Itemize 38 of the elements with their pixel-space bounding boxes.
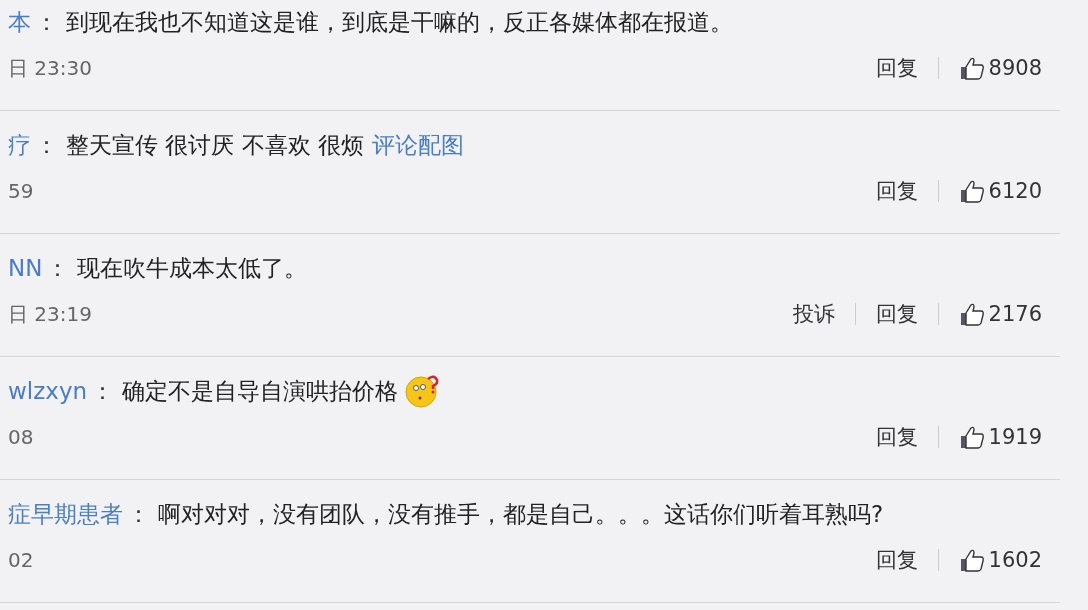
comment-text: 确定不是自导自演哄抬价格 [122,376,399,406]
like-button[interactable]: 2176 [958,301,1042,327]
colon: ： [35,130,58,160]
action-link[interactable]: 投诉 [792,300,835,328]
timestamp: 59 [8,179,35,203]
image-link[interactable]: 评论配图 [371,129,464,161]
thumbs-up-icon [958,301,985,327]
user-name[interactable]: NN [8,255,43,281]
timestamp: 日 23:19 [8,300,93,328]
timestamp: 02 [8,548,35,572]
action-link[interactable]: 回复 [875,54,918,82]
timestamp: 08 [8,425,35,449]
thumbs-up-icon [958,424,985,450]
user-name[interactable]: 疗 [8,129,31,161]
like-button[interactable]: 1919 [958,424,1042,450]
colon: ： [35,7,58,37]
action-link[interactable]: 回复 [875,423,918,451]
confused-emoji-icon [404,373,441,409]
action-link[interactable]: 回复 [875,300,918,328]
action-link[interactable]: 回复 [875,546,918,574]
user-name[interactable]: wlzxyn [8,378,88,404]
thumbs-up-icon [958,55,985,81]
user-name[interactable]: 症早期患者 [8,498,123,530]
comment-text: 现在吹牛成本太低了。 [77,253,308,283]
timestamp: 日 23:30 [8,54,93,82]
colon: ： [91,376,115,406]
like-button[interactable]: 8908 [958,55,1042,81]
user-name[interactable]: 本 [8,6,31,38]
like-button[interactable]: 1602 [958,547,1042,573]
thumbs-up-icon [958,178,985,204]
like-button[interactable]: 6120 [958,178,1042,204]
thumbs-up-icon [958,547,985,573]
comment-text: 整天宣传 很讨厌 不喜欢 很烦 [66,130,364,160]
colon: ： [127,499,150,529]
colon: ： [46,253,70,283]
action-link[interactable]: 回复 [875,177,918,205]
comment-text: 到现在我也不知道这是谁，到底是干嘛的，反正各媒体都在报道。 [66,7,733,37]
comment-text: 啊对对对，没有团队，没有推手，都是自己。。。这话你们听着耳熟吗? [158,499,884,529]
